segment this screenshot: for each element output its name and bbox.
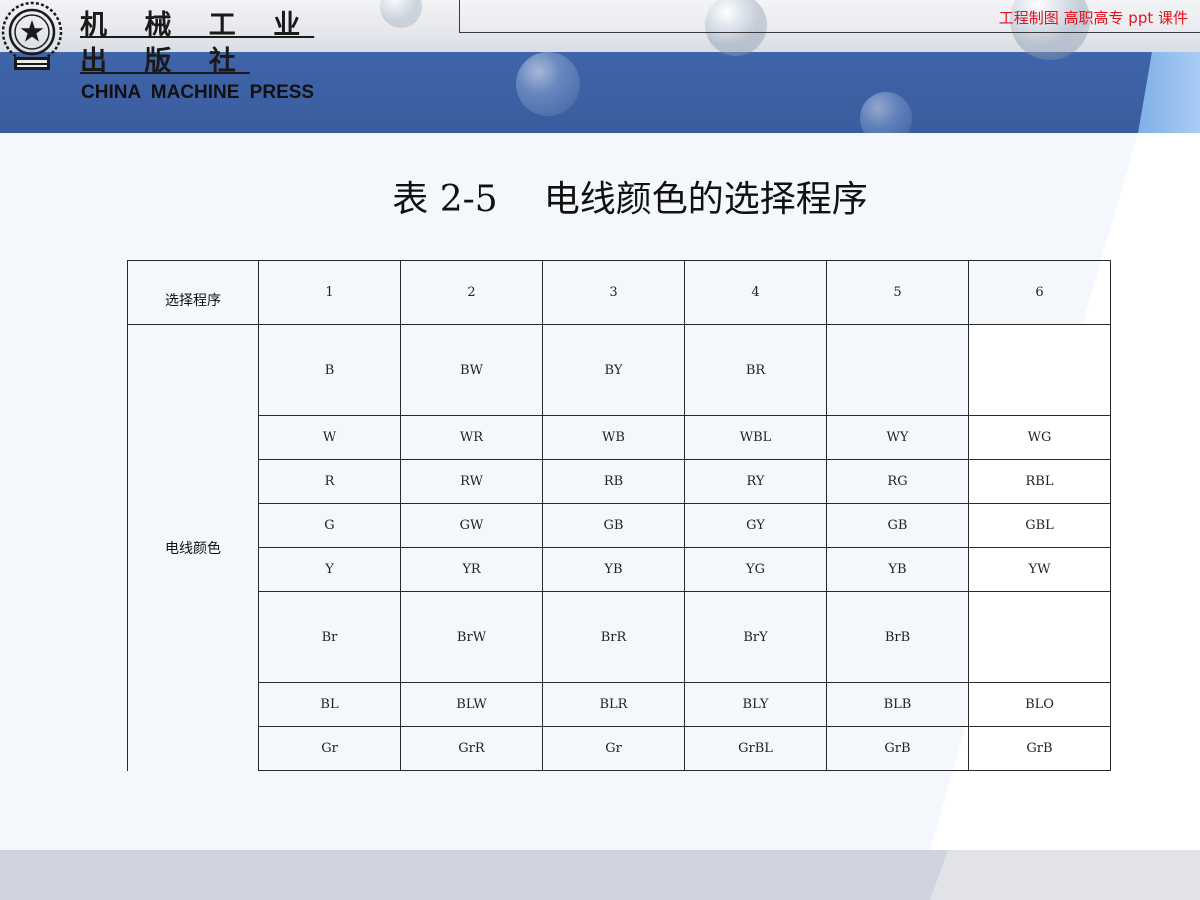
table-cell: BLY bbox=[684, 682, 827, 727]
table-cell: YG bbox=[684, 547, 827, 592]
table-cell: YB bbox=[826, 547, 969, 592]
table-cell bbox=[968, 591, 1111, 683]
table-cell: BrR bbox=[542, 591, 685, 683]
table-row: Y YR YB YG YB YW bbox=[128, 547, 1111, 592]
table-cell: BLW bbox=[400, 682, 543, 727]
wire-color-table: 选择程序 1 2 3 4 5 6 电线颜色 B BW BY BR W WR WB… bbox=[127, 260, 1111, 771]
table-cell: WY bbox=[826, 415, 969, 460]
course-tag: 工程制图 高职高专 ppt 课件 bbox=[998, 9, 1188, 27]
table-cell: YW bbox=[968, 547, 1111, 592]
table-cell: W bbox=[258, 415, 401, 460]
table-cell: GrBL bbox=[684, 726, 827, 771]
table-cell: GY bbox=[684, 503, 827, 548]
table-cell: RB bbox=[542, 459, 685, 504]
table-cell: YR bbox=[400, 547, 543, 592]
table-row: Br BrW BrR BrY BrB bbox=[128, 591, 1111, 683]
publisher-logo-icon bbox=[1, 1, 63, 70]
table-cell: B bbox=[258, 324, 401, 416]
table-cell bbox=[826, 324, 969, 416]
table-cell: BW bbox=[400, 324, 543, 416]
table-cell: WB bbox=[542, 415, 685, 460]
column-header: 4 bbox=[684, 260, 827, 325]
table-cell: GB bbox=[542, 503, 685, 548]
table-cell: Y bbox=[258, 547, 401, 592]
table-title-text: 电线颜色的选择程序 bbox=[543, 179, 868, 220]
table-cell bbox=[968, 324, 1111, 416]
table-cell: BR bbox=[684, 324, 827, 416]
table-cell: BL bbox=[258, 682, 401, 727]
table-row: 电线颜色 B BW BY BR bbox=[127, 324, 1111, 771]
table-cell: GBL bbox=[968, 503, 1111, 548]
table-cell: BLR bbox=[542, 682, 685, 727]
table-cell: GrB bbox=[826, 726, 969, 771]
table-cell: Gr bbox=[258, 726, 401, 771]
header-course-box: 工程制图 高职高专 ppt 课件 bbox=[459, 0, 1200, 33]
table-cell: Gr bbox=[542, 726, 685, 771]
table-number: 表 2-5 bbox=[392, 179, 498, 220]
table-cell: RW bbox=[400, 459, 543, 504]
water-drop-decoration bbox=[516, 52, 580, 116]
table-cell: BY bbox=[542, 324, 685, 416]
table-cell: RBL bbox=[968, 459, 1111, 504]
table-cell: GrR bbox=[400, 726, 543, 771]
table-title: 表 2-5 电线颜色的选择程序 bbox=[0, 170, 1200, 222]
column-header: 6 bbox=[968, 260, 1111, 325]
table-cell: BLB bbox=[826, 682, 969, 727]
column-header: 5 bbox=[826, 260, 969, 325]
table-cell: Br bbox=[258, 591, 401, 683]
group-label-cell: 电线颜色 bbox=[127, 324, 259, 771]
column-header: 1 bbox=[258, 260, 401, 325]
table-cell: BLO bbox=[968, 682, 1111, 727]
publisher-name-en: CHINA MACHINE PRESS bbox=[81, 82, 315, 103]
table-cell: WR bbox=[400, 415, 543, 460]
table-header-row: 选择程序 1 2 3 4 5 6 bbox=[127, 260, 1111, 325]
table-cell: WBL bbox=[684, 415, 827, 460]
column-header: 2 bbox=[400, 260, 543, 325]
table-cell: GB bbox=[826, 503, 969, 548]
column-header: 3 bbox=[542, 260, 685, 325]
table-cell: RY bbox=[684, 459, 827, 504]
table-cell: R bbox=[258, 459, 401, 504]
table-cell: GrB bbox=[968, 726, 1111, 771]
table-cell: BrW bbox=[400, 591, 543, 683]
table-row: R RW RB RY RG RBL bbox=[128, 459, 1111, 504]
table-cell: GW bbox=[400, 503, 543, 548]
table-cell: G bbox=[258, 503, 401, 548]
publisher-name-cn: 机 械 工 业 出 版 社 bbox=[80, 10, 315, 77]
table-row: W WR WB WBL WY WG bbox=[128, 415, 1111, 460]
table-cell: WG bbox=[968, 415, 1111, 460]
table-row: Gr GrR Gr GrBL GrB GrB bbox=[128, 726, 1111, 771]
table-row: G GW GB GY GB GBL bbox=[128, 503, 1111, 548]
table-row: BL BLW BLR BLY BLB BLO bbox=[128, 682, 1111, 727]
header-accent bbox=[1138, 52, 1200, 133]
table-cell: BrB bbox=[826, 591, 969, 683]
table-cell: BrY bbox=[684, 591, 827, 683]
table-cell: YB bbox=[542, 547, 685, 592]
water-drop-decoration bbox=[860, 92, 912, 133]
table-cell: RG bbox=[826, 459, 969, 504]
header-label-cell: 选择程序 bbox=[127, 260, 259, 325]
